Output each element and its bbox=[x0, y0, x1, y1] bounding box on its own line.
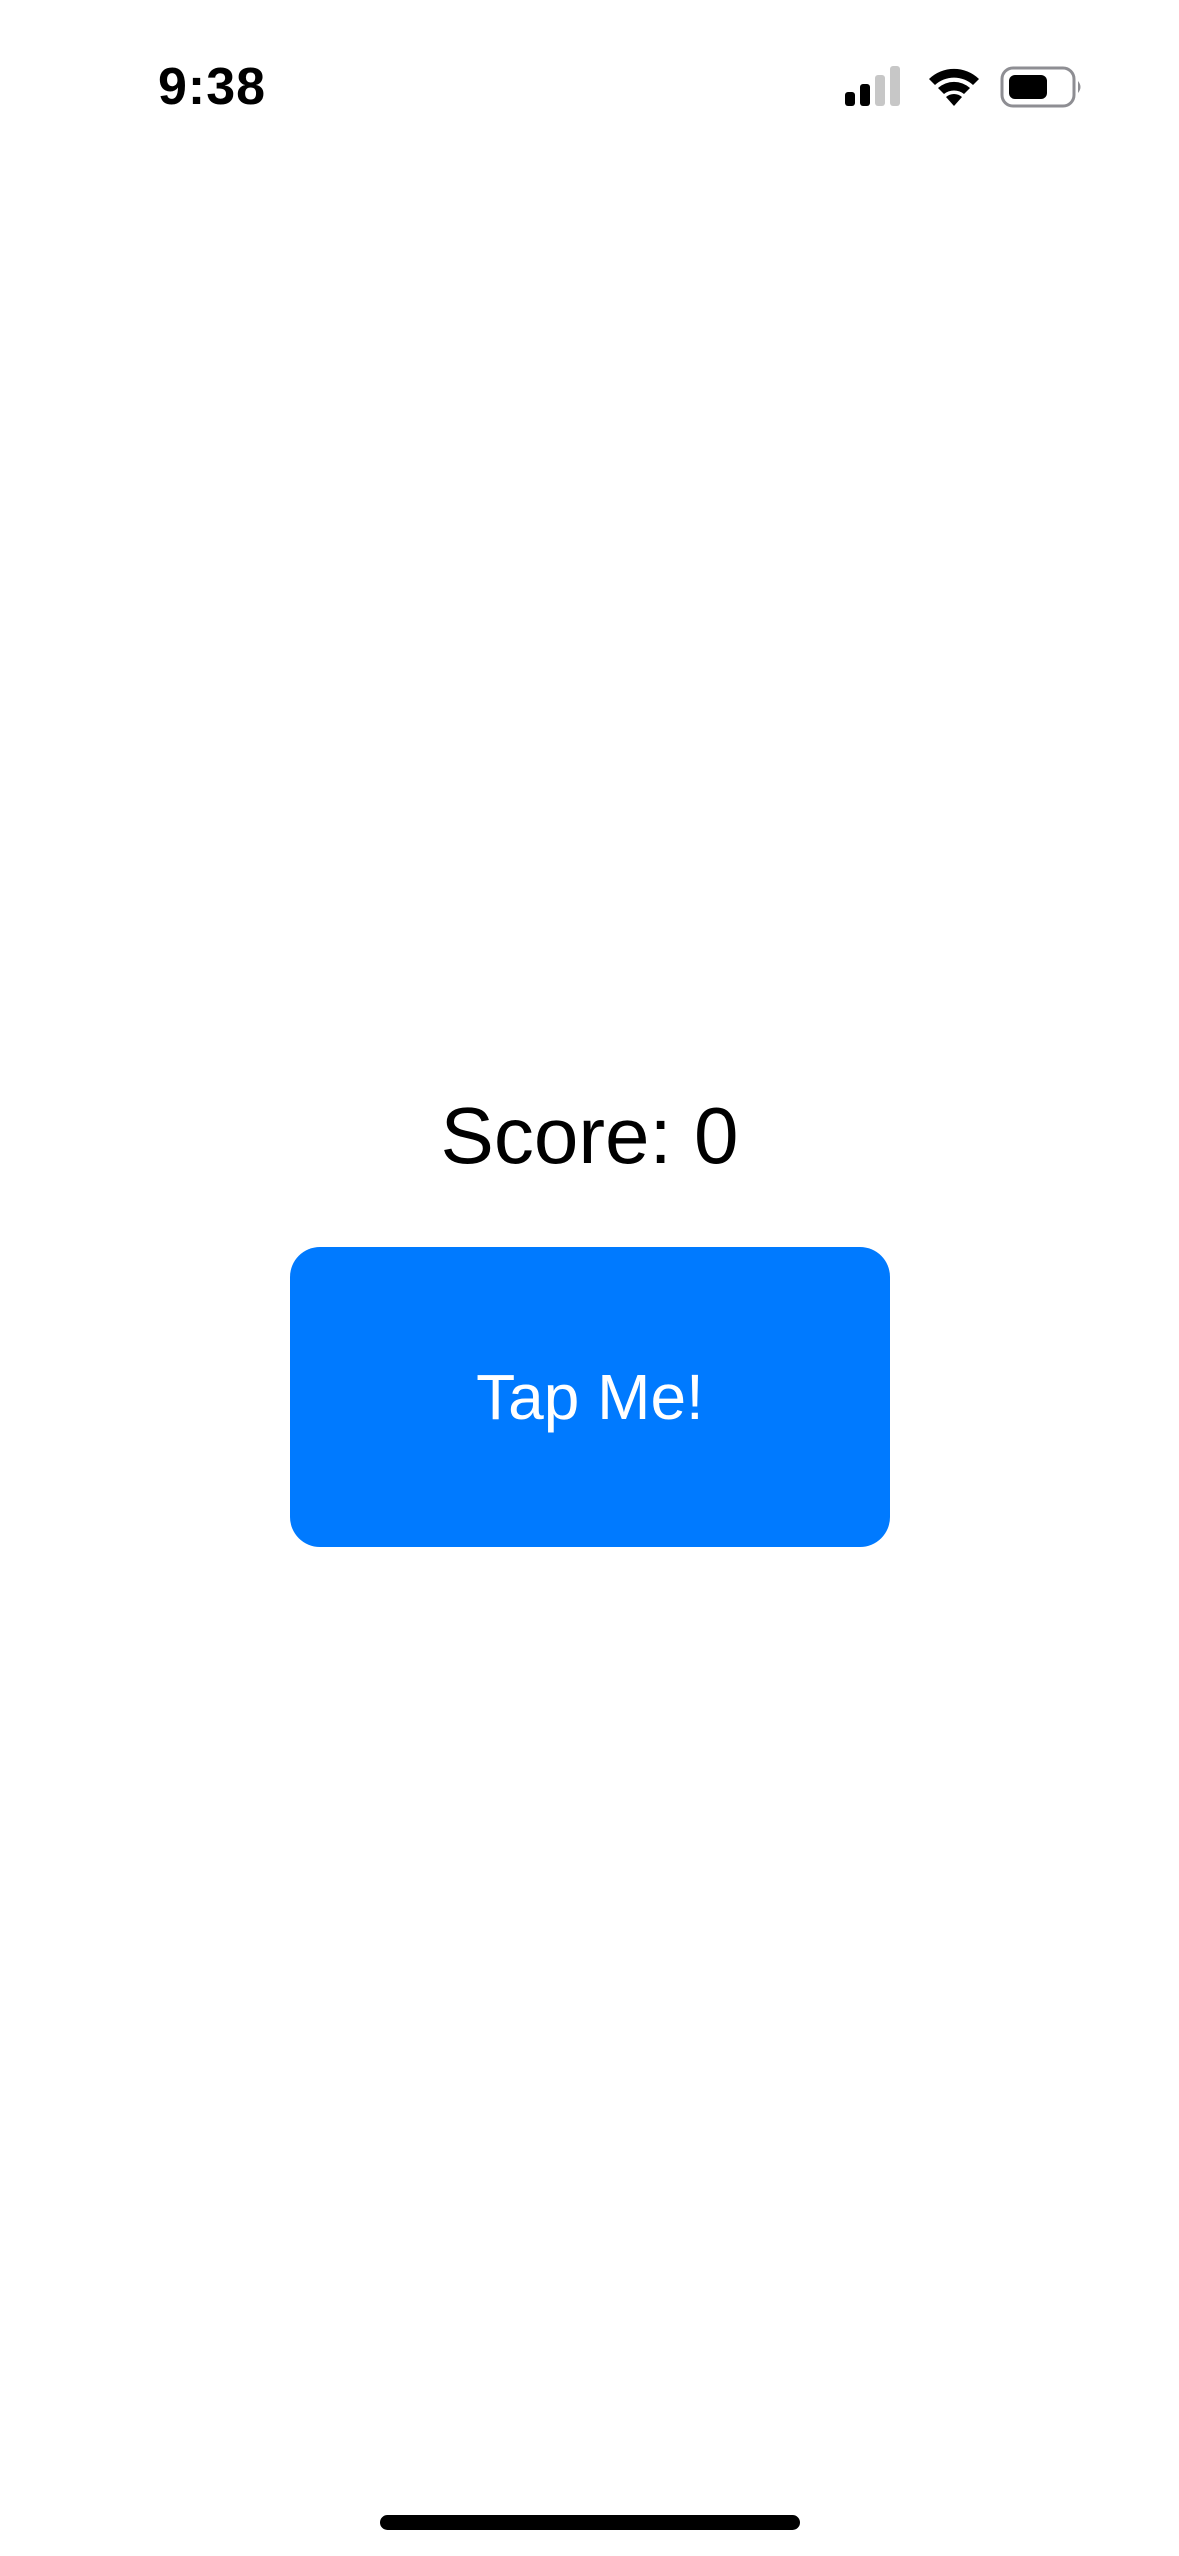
cellular-signal-icon bbox=[845, 66, 900, 106]
battery-icon bbox=[1000, 66, 1081, 108]
home-indicator[interactable] bbox=[380, 2515, 800, 2530]
wifi-icon bbox=[929, 68, 979, 106]
status-bar: 9:38 bbox=[0, 0, 1179, 160]
status-time: 9:38 bbox=[158, 58, 267, 116]
tap-me-button[interactable]: Tap Me! bbox=[290, 1247, 890, 1547]
score-label: Score: 0 bbox=[440, 1091, 739, 1180]
